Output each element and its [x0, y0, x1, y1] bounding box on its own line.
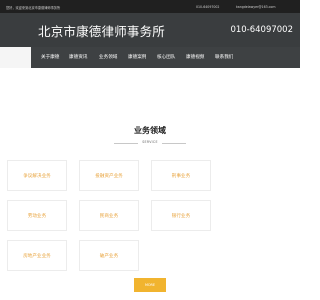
service-card-label: 刑事业务 — [171, 174, 191, 179]
service-card-label: 破产业务 — [99, 254, 119, 259]
service-card-label: 投融资产业务 — [95, 174, 123, 179]
service-card[interactable]: 刑事业务 — [151, 160, 211, 191]
site-header: 北京市康德律师事务所 010-64097002 — [0, 13, 300, 47]
nav-item-video[interactable]: 康德视频 — [186, 54, 204, 60]
nav-item-services[interactable]: 业务领域 — [99, 54, 117, 60]
section-subtitle: SERVICE — [142, 140, 158, 144]
service-card[interactable]: 银行业务 — [151, 200, 211, 231]
service-card-label: 房地产业业务 — [23, 254, 51, 259]
topbar-phone: 010-64097002 — [196, 5, 220, 9]
section-title: 业务领域 — [134, 126, 166, 135]
main-nav: 关于康德 康德资讯 业务领域 康德案例 核心团队 康德视频 联系我们 — [0, 47, 300, 68]
service-card[interactable]: 争议解决业务 — [7, 160, 67, 191]
header-hotline: 010-64097002 — [230, 25, 293, 35]
service-card[interactable]: 破产业务 — [79, 240, 139, 271]
nav-item-news[interactable]: 康德资讯 — [69, 54, 87, 60]
welcome-text: 您好，欢迎来到北京市康德律师事务所 — [6, 6, 61, 10]
service-card[interactable]: 房地产业业务 — [7, 240, 67, 271]
service-card[interactable]: 民商业务 — [79, 200, 139, 231]
service-card-label: 民商业务 — [99, 214, 119, 219]
more-button[interactable]: MORE — [134, 278, 166, 292]
service-card-label: 劳动业务 — [27, 214, 47, 219]
nav-item-team[interactable]: 核心团队 — [157, 54, 175, 60]
site-logo[interactable]: 北京市康德律师事务所 — [38, 21, 165, 40]
service-card[interactable]: 劳动业务 — [7, 200, 67, 231]
service-card-label: 争议解决业务 — [23, 174, 51, 179]
nav-item-contact[interactable]: 联系我们 — [215, 54, 233, 60]
topbar-email[interactable]: kangdelawyer@163.com — [236, 5, 275, 9]
service-card-label: 银行业务 — [171, 214, 191, 219]
nav-home-tab[interactable] — [0, 47, 31, 68]
nav-item-about[interactable]: 关于康德 — [41, 54, 59, 60]
service-card[interactable]: 投融资产业务 — [79, 160, 139, 191]
top-info-bar: 您好，欢迎来到北京市康德律师事务所 010-64097002 kangdelaw… — [0, 0, 300, 13]
nav-item-cases[interactable]: 康德案例 — [128, 54, 146, 60]
